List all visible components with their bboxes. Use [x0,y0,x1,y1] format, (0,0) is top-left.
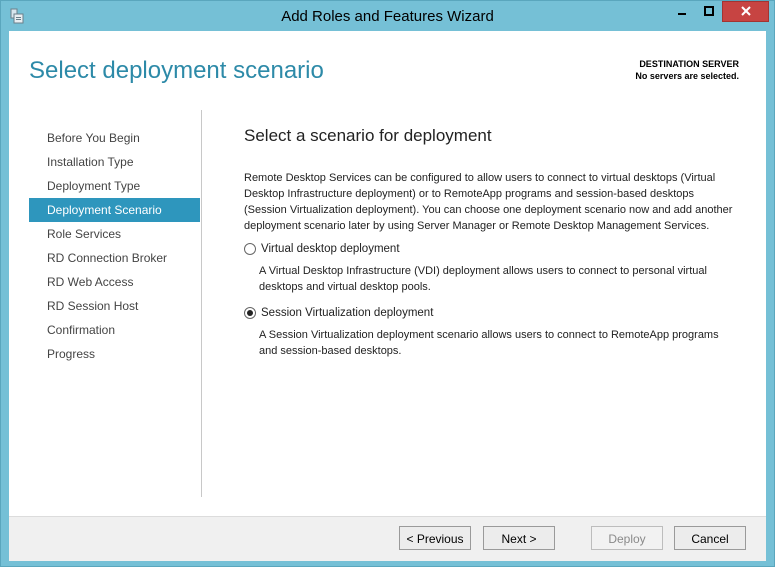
close-button[interactable] [722,1,769,22]
window-title: Add Roles and Features Wizard [281,8,494,25]
destination-label: DESTINATION SERVER [639,59,739,69]
title-bar[interactable]: Add Roles and Features Wizard [1,1,774,31]
maximize-button[interactable] [696,1,722,22]
option-label: Session Virtualization deployment [261,307,434,319]
minimize-button[interactable] [669,1,695,22]
option-virtual-desktop[interactable]: Virtual desktop deployment [244,243,734,255]
nav-item-rd-web-access[interactable]: RD Web Access [29,270,200,294]
content-heading: Select a scenario for deployment [244,126,492,145]
radio-virtual-desktop[interactable] [244,243,256,255]
next-button[interactable]: Next > [483,526,555,550]
main-content: Select a scenario for deployment Remote … [244,126,734,359]
cancel-button[interactable]: Cancel [674,526,746,550]
option-description: A Virtual Desktop Infrastructure (VDI) d… [259,265,707,293]
nav-item-deployment-type[interactable]: Deployment Type [29,174,200,198]
minimize-icon [677,3,687,21]
nav-item-installation-type[interactable]: Installation Type [29,150,200,174]
nav-divider [201,110,202,497]
close-icon [740,3,751,21]
destination-value: No servers are selected. [635,71,739,81]
nav-item-before-you-begin[interactable]: Before You Begin [29,126,200,150]
destination-server: DESTINATION SERVER No servers are select… [635,58,739,82]
nav-item-rd-session-host[interactable]: RD Session Host [29,294,200,318]
wizard-window: Add Roles and Features Wizard Select dep… [0,0,775,567]
nav-item-deployment-scenario[interactable]: Deployment Scenario [29,198,200,222]
scenario-description: Remote Desktop Services can be configure… [244,172,733,232]
nav-item-rd-connection-broker[interactable]: RD Connection Broker [29,246,200,270]
wizard-steps-nav: Before You Begin Installation Type Deplo… [29,126,200,366]
maximize-icon [704,3,714,21]
nav-item-role-services[interactable]: Role Services [29,222,200,246]
nav-item-confirmation[interactable]: Confirmation [29,318,200,342]
nav-item-progress[interactable]: Progress [29,342,200,366]
option-label: Virtual desktop deployment [261,243,400,255]
option-session-virtualization[interactable]: Session Virtualization deployment [244,307,734,319]
option-description: A Session Virtualization deployment scen… [259,329,719,357]
radio-session-virtualization[interactable] [244,307,256,319]
page-title: Select deployment scenario [29,57,324,84]
deploy-button[interactable]: Deploy [591,526,663,550]
wizard-client-area: Select deployment scenario DESTINATION S… [9,31,766,561]
previous-button[interactable]: < Previous [399,526,471,550]
wizard-footer: < Previous Next > Deploy Cancel [9,516,766,561]
